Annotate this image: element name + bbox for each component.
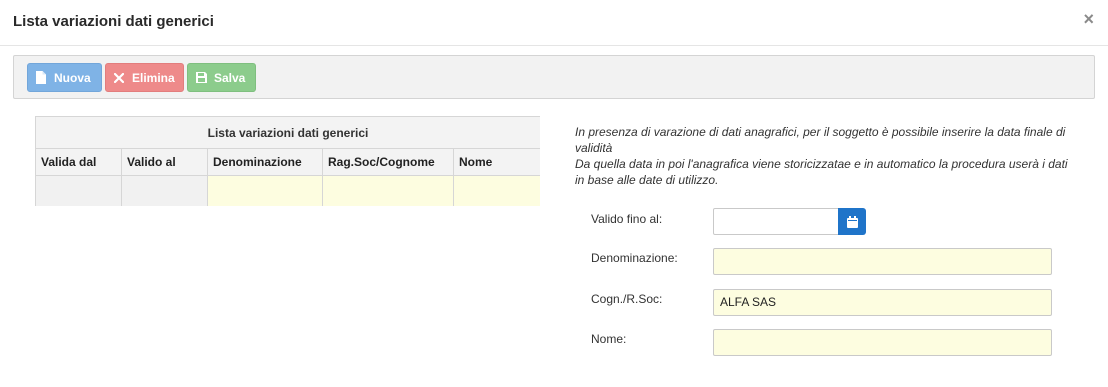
nuova-button[interactable]: Nuova: [27, 63, 102, 92]
elimina-label: Elimina: [132, 70, 175, 85]
cell-nome[interactable]: [454, 176, 540, 206]
calendar-button[interactable]: [838, 208, 866, 235]
elimina-button[interactable]: Elimina: [105, 63, 184, 92]
table-row[interactable]: [36, 176, 540, 206]
variazioni-grid: Lista variazioni dati generici Valida da…: [35, 116, 540, 206]
valido-fino-al-input[interactable]: [713, 208, 839, 235]
info-line-2: Da quella data in poi l'anagrafica viene…: [575, 157, 1068, 187]
calendar-icon: [846, 215, 858, 228]
column-header-nome[interactable]: Nome: [454, 149, 540, 176]
denominazione-input[interactable]: [713, 248, 1052, 275]
cell-valido-al[interactable]: [122, 176, 208, 206]
column-header-valido-al[interactable]: Valido al: [122, 149, 208, 176]
grid-header-row: Valida dal Valido al Denominazione Rag.S…: [36, 149, 540, 176]
grid-caption: Lista variazioni dati generici: [36, 117, 540, 149]
modal-header: Lista variazioni dati generici ×: [0, 0, 1108, 46]
cell-denominazione[interactable]: [208, 176, 323, 206]
x-icon: [113, 71, 125, 84]
valido-fino-al-label: Valido fino al:: [591, 212, 663, 226]
column-header-valida-dal[interactable]: Valida dal: [36, 149, 122, 176]
column-header-denominazione[interactable]: Denominazione: [208, 149, 323, 176]
salva-label: Salva: [214, 70, 246, 85]
close-icon[interactable]: ×: [1083, 10, 1094, 28]
toolbar: Nuova Elimina Salva: [13, 55, 1095, 99]
cognome-label: Cogn./R.Soc:: [591, 292, 663, 306]
info-line-1: In presenza di varazione di dati anagraf…: [575, 125, 1066, 155]
nome-label: Nome:: [591, 332, 627, 346]
file-icon: [35, 71, 47, 84]
cell-rag-soc-cognome[interactable]: [323, 176, 454, 206]
column-header-rag-soc-cognome[interactable]: Rag.Soc/Cognome: [323, 149, 454, 176]
nome-input[interactable]: [713, 329, 1052, 356]
salva-button[interactable]: Salva: [187, 63, 256, 92]
nuova-label: Nuova: [54, 70, 91, 85]
cognome-input[interactable]: ALFA SAS: [713, 289, 1052, 316]
denominazione-label: Denominazione:: [591, 251, 678, 265]
save-icon: [195, 71, 207, 84]
modal-title: Lista variazioni dati generici: [13, 13, 214, 30]
info-text: In presenza di varazione di dati anagraf…: [575, 124, 1075, 188]
cell-valida-dal[interactable]: [36, 176, 122, 206]
